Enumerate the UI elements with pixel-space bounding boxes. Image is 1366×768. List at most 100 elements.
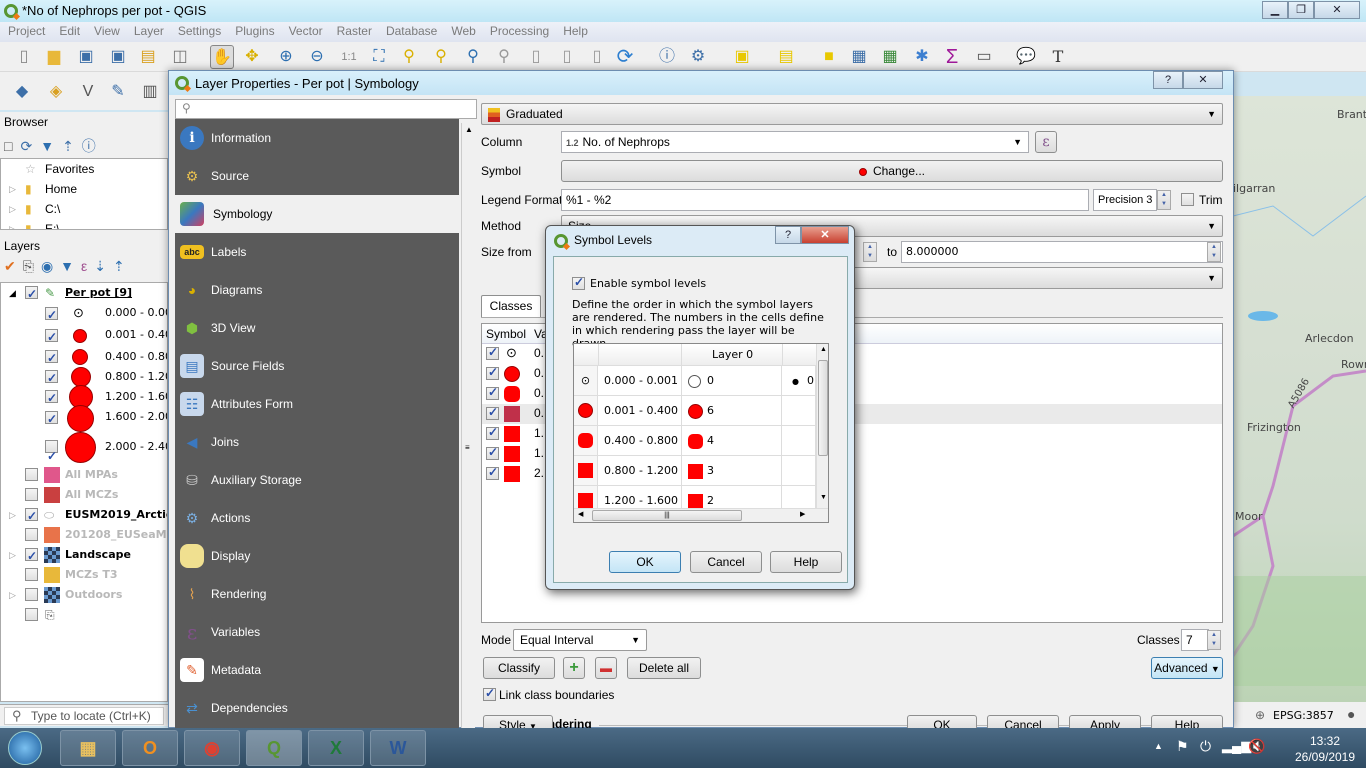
pan-icon[interactable]: ✋ bbox=[210, 45, 234, 69]
change-symbol-button[interactable]: Change... bbox=[561, 160, 1223, 182]
layer-checkbox[interactable] bbox=[25, 568, 38, 581]
zoom-to-selection-icon[interactable]: ⚲ bbox=[397, 45, 421, 69]
help-icon[interactable]: ? bbox=[775, 226, 801, 244]
show-bookmarks-icon[interactable]: ▯ bbox=[555, 45, 579, 69]
taskbar-qgis[interactable]: Q bbox=[246, 730, 302, 766]
deselect-icon[interactable]: ■ bbox=[817, 45, 841, 69]
legend-format-input[interactable]: %1 - %2 bbox=[561, 189, 1089, 211]
refresh-icon[interactable]: ⟳ bbox=[613, 45, 637, 69]
level-cell[interactable]: 3 bbox=[682, 456, 782, 486]
taskbar-outlook[interactable]: O bbox=[122, 730, 178, 766]
new-bookmark-icon[interactable]: ▯ bbox=[524, 45, 548, 69]
class-checkbox[interactable] bbox=[486, 385, 499, 400]
nav-dependencies[interactable]: ⇄ Dependencies bbox=[175, 689, 459, 727]
legend-class[interactable]: 2.000 - 2.400 bbox=[1, 429, 167, 474]
nav-display[interactable]: Display bbox=[175, 537, 459, 575]
class-checkbox[interactable] bbox=[45, 388, 58, 408]
browser-item-home[interactable]: ▷ ▮ Home bbox=[1, 179, 167, 199]
layer-checkbox[interactable] bbox=[25, 528, 38, 541]
layer-outdoors[interactable]: ▷ Outdoors bbox=[1, 585, 167, 605]
zoom-last-icon[interactable]: ⚲ bbox=[461, 45, 485, 69]
remove-class-button[interactable]: ▬ bbox=[595, 657, 617, 679]
visibility-icon[interactable]: ◉ bbox=[41, 258, 60, 274]
run-action-icon[interactable]: ⚙ bbox=[686, 45, 710, 69]
browser-item-c-drive[interactable]: ▷ ▮ C:\ bbox=[1, 199, 167, 219]
processing-toolbox-icon[interactable]: ✱ bbox=[910, 45, 934, 69]
layer-checkbox[interactable] bbox=[25, 468, 38, 481]
enable-symbol-levels-checkbox[interactable] bbox=[572, 275, 585, 290]
tab-classes[interactable]: Classes bbox=[481, 295, 541, 317]
browser-item-e-drive[interactable]: ▷ ▮ E:\ bbox=[1, 219, 167, 229]
select-features-icon[interactable]: ▣ bbox=[730, 45, 754, 69]
class-checkbox[interactable] bbox=[45, 438, 58, 474]
nav-auxiliary-storage[interactable]: ⛁ Auxiliary Storage bbox=[175, 461, 459, 499]
close-button[interactable]: ✕ bbox=[1314, 1, 1360, 19]
legend-class[interactable]: 1.600 - 2.000 bbox=[1, 405, 167, 432]
expand-icon[interactable]: ▷ bbox=[9, 545, 16, 565]
layer-landscape[interactable]: ▷Landscape bbox=[1, 545, 167, 566]
zoom-native-icon[interactable]: 1:1 bbox=[337, 45, 361, 69]
mode-select[interactable]: Equal Interval ▼ bbox=[513, 629, 647, 651]
precision-spinbox[interactable]: Precision 3 bbox=[1093, 189, 1157, 211]
nav-search-input[interactable]: ⚲ bbox=[175, 99, 477, 119]
menu-plugins[interactable]: Plugins bbox=[227, 22, 280, 38]
temporary-bookmark-icon[interactable]: ▯ bbox=[585, 45, 609, 69]
scrollbar-thumb[interactable]: ||| bbox=[592, 510, 742, 521]
show-hidden-icons[interactable]: ▲ bbox=[1154, 741, 1163, 751]
menu-edit[interactable]: Edit bbox=[51, 22, 86, 38]
field-calculator-icon[interactable]: ▦ bbox=[878, 45, 902, 69]
add-group-icon[interactable]: ⎘ bbox=[23, 258, 41, 274]
legend-class[interactable]: 0.400 - 0.800 bbox=[1, 347, 167, 368]
precision-spinner[interactable]: ▲ ▼ bbox=[1157, 190, 1171, 210]
class-checkbox[interactable] bbox=[486, 345, 499, 360]
refresh-icon[interactable]: ⟳ bbox=[20, 138, 40, 154]
volume-muted-icon[interactable]: 🔇 bbox=[1248, 738, 1265, 755]
classes-spinbox[interactable]: 7 bbox=[1181, 629, 1209, 651]
minimize-button[interactable]: ▁ bbox=[1262, 1, 1288, 19]
help-button[interactable]: Help bbox=[770, 551, 842, 573]
nav-labels[interactable]: abc Labels bbox=[175, 233, 459, 271]
messages-icon[interactable]: ● bbox=[1347, 706, 1355, 722]
style-manager-icon[interactable]: ✔ bbox=[4, 258, 23, 274]
classify-button[interactable]: Classify bbox=[483, 657, 555, 679]
network-icon[interactable]: ▂▄▆ bbox=[1222, 738, 1251, 754]
link-boundaries-checkbox[interactable] bbox=[483, 686, 496, 701]
system-clock[interactable]: 13:32 26/09/2019 bbox=[1290, 733, 1360, 765]
level-cell[interactable]: ● 0 bbox=[782, 366, 816, 396]
filter-legend-icon[interactable]: ▼ bbox=[60, 258, 81, 274]
class-checkbox[interactable] bbox=[486, 445, 499, 460]
size-to-spinner[interactable]: ▲ ▼ bbox=[1207, 242, 1221, 262]
class-checkbox[interactable] bbox=[486, 405, 499, 420]
expand-icon[interactable]: ▷ bbox=[9, 505, 16, 525]
nav-information[interactable]: i Information bbox=[175, 119, 459, 157]
layer-checkbox[interactable] bbox=[25, 488, 38, 501]
column-select[interactable]: 1.2 No. of Nephrops ▼ bbox=[561, 131, 1029, 153]
class-checkbox[interactable] bbox=[45, 368, 58, 388]
level-cell[interactable]: 0 bbox=[682, 366, 782, 396]
legend-class[interactable]: 0.800 - 1.200 bbox=[1, 367, 167, 388]
menu-layer[interactable]: Layer bbox=[126, 22, 170, 38]
zoom-next-icon[interactable]: ⚲ bbox=[492, 45, 516, 69]
menu-project[interactable]: Project bbox=[0, 22, 51, 38]
pan-to-selection-icon[interactable]: ✥ bbox=[240, 45, 264, 69]
layer-checkbox[interactable] bbox=[25, 506, 38, 526]
collapse-icon[interactable]: ◢ bbox=[9, 283, 16, 303]
action-center-flag-icon[interactable]: ⚑ bbox=[1176, 738, 1189, 755]
taskbar-word[interactable]: W bbox=[370, 730, 426, 766]
nav-joins[interactable]: ◀ Joins bbox=[175, 423, 459, 461]
menu-raster[interactable]: Raster bbox=[329, 22, 378, 38]
digitize-icon[interactable]: V bbox=[76, 80, 100, 104]
statistical-summary-icon[interactable]: Σ bbox=[940, 45, 964, 69]
map-tips-icon[interactable]: 💬 bbox=[1014, 45, 1038, 69]
nav-variables[interactable]: ε Variables bbox=[175, 613, 459, 651]
taskbar-chrome[interactable]: ◉ bbox=[184, 730, 240, 766]
collapse-all-icon[interactable]: ⇡ bbox=[62, 138, 82, 154]
locate-input[interactable]: Type to locate (Ctrl+K) bbox=[4, 707, 164, 725]
add-wms-icon[interactable]: ◈ bbox=[44, 80, 68, 104]
menu-web[interactable]: Web bbox=[443, 22, 481, 38]
add-layer-icon[interactable]: ◆ bbox=[10, 80, 34, 104]
info-icon[interactable]: ⓘ bbox=[82, 138, 104, 154]
save-project-icon[interactable]: ▣ bbox=[74, 45, 98, 69]
power-icon[interactable]: ⏻ bbox=[1200, 738, 1211, 755]
size-to-input[interactable]: 8.000000 bbox=[901, 241, 1223, 263]
